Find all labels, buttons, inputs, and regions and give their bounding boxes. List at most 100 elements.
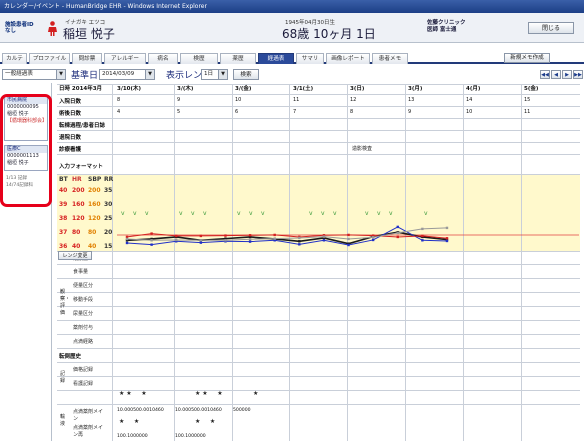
cell: 5	[177, 109, 181, 115]
group-label: 観察・評価	[60, 289, 71, 316]
tab-patient-memo[interactable]: 患者メモ	[372, 53, 408, 64]
cell: 9	[177, 97, 181, 103]
view-select[interactable]: 一般経過表 ▼	[2, 69, 66, 80]
last-page-button[interactable]: ▶▶	[573, 70, 583, 79]
check-mark: v	[133, 210, 137, 217]
search-button[interactable]: 検索	[233, 69, 259, 80]
row-post-label: 術後日数	[59, 111, 82, 117]
check-mark: v	[145, 210, 149, 217]
day-header: 3/10(木)	[117, 86, 142, 92]
data-point	[347, 243, 350, 247]
row-label: 食事量	[73, 269, 89, 275]
cell: 10	[235, 97, 242, 103]
tab-medication[interactable]: 薬歴	[220, 53, 256, 64]
grid-vline	[347, 84, 348, 441]
data-point	[150, 243, 153, 246]
dose-marks: ★ ★	[119, 418, 140, 425]
grid-vline	[289, 84, 290, 441]
tab-profile[interactable]: プロファイル	[29, 53, 70, 64]
tab-progress[interactable]: 経過表	[258, 53, 294, 64]
date-select[interactable]: 2014/03/09 ▼	[99, 69, 155, 80]
grid-line	[57, 142, 580, 143]
tab-questionnaire[interactable]: 問診票	[72, 53, 102, 64]
data-point	[150, 239, 153, 242]
cell: 11	[524, 109, 531, 115]
grid-line	[57, 376, 580, 377]
data-point	[322, 235, 326, 238]
infusion-value: 100.1000000	[175, 434, 206, 439]
day-header: 4(月)	[466, 86, 481, 92]
cell: 4	[117, 109, 121, 115]
cell: 9	[408, 109, 412, 115]
tab-summary[interactable]: サマリ	[296, 53, 324, 64]
row-label: 点滴経路	[73, 339, 94, 345]
check-mark: v	[237, 210, 241, 217]
view-select-value: 一般経過表	[5, 71, 33, 77]
tab-lab[interactable]: 検歴	[180, 53, 218, 64]
row-label: 看護記録	[73, 381, 94, 387]
data-point	[298, 240, 301, 243]
cell: 13	[408, 97, 415, 103]
row-label: 便量区分	[73, 283, 94, 289]
group-label: 記録	[60, 371, 66, 384]
scale-rr: 35	[104, 187, 113, 194]
grid-line	[57, 264, 580, 265]
prev-page-button[interactable]: ◀	[551, 70, 561, 79]
row-admit-label: 入院日数	[59, 99, 82, 105]
scale-sbp: 80	[88, 229, 97, 236]
data-point	[421, 239, 424, 242]
check-mark: v	[203, 210, 207, 217]
day-header: 5(金)	[524, 86, 539, 92]
tab-karte[interactable]: カルテ	[2, 53, 27, 64]
new-memo-button[interactable]: 新規メモ作成	[504, 53, 550, 63]
scale-rr: 30	[104, 201, 113, 208]
axis-bt: BT	[59, 176, 68, 183]
chevron-down-icon: ▼	[145, 70, 154, 79]
data-point	[445, 239, 449, 243]
dose-marks: ★	[253, 390, 259, 397]
range-select[interactable]: 1日 ▼	[201, 69, 228, 80]
chevron-down-icon: ▼	[218, 70, 227, 79]
scale-rr: 25	[104, 215, 113, 222]
cell: 10	[466, 109, 473, 115]
axis-rr: RR	[104, 176, 114, 183]
patient-age: 68歳 10ヶ月 1日	[282, 27, 376, 41]
data-point	[445, 237, 449, 240]
close-button[interactable]: 閉じる	[528, 22, 574, 34]
check-mark: v	[121, 210, 125, 217]
row-discharge-label: 退院日数	[59, 135, 82, 141]
row-event-label: 転棟過程/患者日誌	[59, 123, 106, 129]
data-point	[396, 225, 399, 229]
highlight-frame	[0, 94, 52, 207]
next-page-button[interactable]: ▶	[562, 70, 572, 79]
tab-allergy[interactable]: アレルギー	[104, 53, 146, 64]
dose-marks: ★ ★ ★	[119, 390, 147, 397]
grid-line	[57, 130, 580, 131]
check-mark: v	[424, 210, 428, 217]
dose-marks: ★ ★	[195, 418, 216, 425]
grid-line	[57, 106, 580, 107]
check-mark: v	[179, 210, 183, 217]
tab-disease[interactable]: 病名	[148, 53, 178, 64]
grid-vline	[521, 84, 522, 441]
vital-chart: vvvvvvvvvvvvvvvv	[117, 210, 579, 247]
axis-hr: HR	[72, 176, 82, 183]
grid-vline	[232, 84, 233, 441]
row-label: 点滴薬剤メイン再	[73, 425, 104, 438]
chevron-down-icon: ▼	[56, 70, 65, 79]
check-mark: v	[191, 210, 195, 217]
date-value: 2014/03/09	[102, 71, 135, 77]
axis-sbp: SBP	[88, 176, 102, 183]
data-point	[175, 234, 178, 238]
clinic-name: 佐藤クリニック	[427, 20, 466, 26]
tab-image-report[interactable]: 画像レポート	[326, 53, 370, 64]
patient-id: 施設患者ID なし	[5, 22, 34, 34]
grid-line	[57, 154, 580, 155]
grid-vline	[174, 84, 175, 441]
scale-hr: 160	[72, 201, 85, 208]
day-header: 3(月)	[408, 86, 423, 92]
grid-line	[57, 306, 580, 307]
first-page-button[interactable]: ◀◀	[540, 70, 550, 79]
row-label: 移動手段	[73, 297, 94, 303]
range-change-button[interactable]: レンジ変更	[58, 251, 92, 260]
